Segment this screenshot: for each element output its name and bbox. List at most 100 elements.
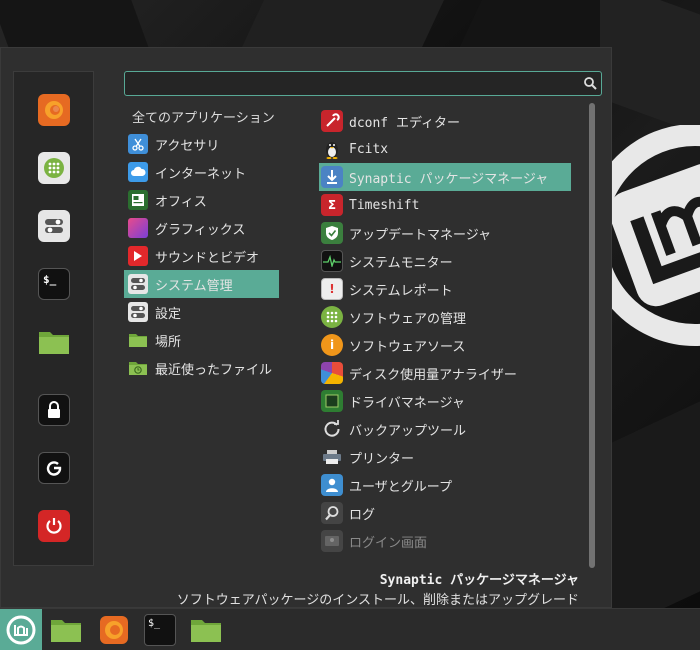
app-users-groups[interactable]: ユーザとグループ	[319, 471, 571, 499]
login-icon	[321, 530, 343, 552]
app-timeshift[interactable]: Σ Timeshift	[319, 191, 571, 219]
app-system-report[interactable]: ! システムレポート	[319, 275, 571, 303]
penguin-icon	[321, 138, 343, 160]
user-icon	[321, 474, 343, 496]
app-label: ソフトウェアの管理	[349, 311, 467, 327]
software-icon	[321, 306, 343, 328]
folder-icon	[191, 620, 221, 642]
app-fcitx[interactable]: Fcitx	[319, 135, 571, 163]
category-preferences[interactable]: 設定	[124, 298, 279, 326]
report-icon: !	[321, 278, 343, 300]
app-label: システムモニター	[349, 255, 453, 271]
recent-folder-icon	[128, 358, 148, 378]
taskbar-panel: $_	[0, 608, 700, 650]
app-backup-tool[interactable]: バックアップツール	[319, 415, 571, 443]
printer-icon	[321, 446, 343, 468]
mint-menu-icon	[6, 615, 36, 645]
app-disk-usage-analyzer[interactable]: ディスク使用量アナライザー	[319, 359, 571, 387]
timeshift-icon: Σ	[321, 194, 343, 216]
app-label: バックアップツール	[349, 423, 467, 439]
app-label: Timeshift	[349, 197, 420, 213]
category-label: グラフィックス	[155, 222, 246, 238]
app-update-manager[interactable]: アップデートマネージャ	[319, 219, 571, 247]
logout-icon[interactable]	[38, 452, 70, 484]
app-synaptic[interactable]: Synaptic パッケージマネージャ	[319, 163, 571, 191]
folder-icon	[51, 620, 81, 642]
magnifier-icon	[321, 502, 343, 524]
cloud-icon	[128, 162, 148, 182]
search-box[interactable]	[124, 71, 602, 96]
shield-icon	[321, 222, 343, 244]
app-label: Synaptic パッケージマネージャ	[349, 171, 549, 187]
app-software-manager[interactable]: ソフトウェアの管理	[319, 303, 571, 331]
system-icon	[128, 274, 148, 294]
app-label: ログイン画面	[349, 535, 428, 551]
download-icon	[321, 166, 343, 188]
search-icon	[584, 77, 597, 90]
panel-files-window[interactable]	[190, 614, 222, 646]
app-system-monitor[interactable]: システムモニター	[319, 247, 571, 275]
firefox-icon	[100, 616, 128, 644]
app-list-scrollbar-thumb[interactable]	[589, 103, 595, 568]
terminal-icon[interactable]: $_	[38, 268, 70, 300]
app-dconf-editor[interactable]: dconf エディター	[319, 107, 571, 135]
app-label: ログ	[349, 507, 376, 523]
panel-terminal-launcher[interactable]: $_	[144, 614, 176, 646]
category-all-applications[interactable]: 全てのアプリケーション	[124, 108, 279, 130]
panel-firefox-launcher[interactable]	[98, 614, 130, 646]
disk-icon	[321, 362, 343, 384]
app-driver-manager[interactable]: ドライバマネージャ	[319, 387, 571, 415]
category-label: アクセサリ	[155, 138, 220, 154]
app-logs[interactable]: ログ	[319, 499, 571, 527]
app-printers[interactable]: プリンター	[319, 443, 571, 471]
files-folder-icon[interactable]	[38, 326, 70, 358]
app-login-window[interactable]: ログイン画面	[319, 527, 571, 555]
shutdown-icon[interactable]	[38, 510, 70, 542]
category-label: システム管理	[155, 278, 233, 294]
category-list: 全てのアプリケーション アクセサリ インターネット オフィス グラフィックス サ…	[124, 108, 279, 382]
scissors-icon	[128, 134, 148, 154]
description-title: Synaptic パッケージマネージャ	[379, 573, 579, 588]
settings-icon	[128, 302, 148, 322]
category-label: オフィス	[155, 194, 207, 210]
app-label: ユーザとグループ	[349, 479, 452, 495]
app-label: ソフトウェアソース	[349, 339, 466, 355]
system-settings-icon[interactable]	[38, 210, 70, 242]
category-administration[interactable]: システム管理	[124, 270, 279, 298]
app-label: システムレポート	[349, 283, 453, 299]
description-text: ソフトウェアパッケージのインストール、削除またはアップグレード	[176, 593, 579, 608]
monitor-icon	[321, 250, 343, 272]
search-input[interactable]	[125, 72, 601, 95]
app-label: ドライバマネージャ	[349, 395, 465, 411]
application-menu: $_ 全てのアプリケーション アクセサリ インターネット オフィス グラフィック…	[0, 47, 612, 608]
category-office[interactable]: オフィス	[124, 186, 279, 214]
graphics-icon	[128, 218, 148, 238]
software-manager-icon[interactable]	[38, 152, 70, 184]
category-label: 設定	[155, 306, 182, 322]
favorites-bar: $_	[13, 71, 94, 566]
app-label: ディスク使用量アナライザー	[349, 367, 517, 383]
category-label: サウンドとビデオ	[155, 250, 260, 266]
firefox-icon[interactable]	[38, 94, 70, 126]
app-software-sources[interactable]: i ソフトウェアソース	[319, 331, 571, 359]
category-places[interactable]: 場所	[124, 326, 279, 354]
lock-screen-icon[interactable]	[38, 394, 70, 426]
category-label: 場所	[155, 334, 182, 350]
menu-button[interactable]	[0, 609, 42, 650]
category-label: インターネット	[155, 166, 247, 182]
app-label: dconf エディター	[349, 115, 461, 131]
chip-icon	[321, 390, 343, 412]
panel-files-launcher[interactable]	[50, 614, 82, 646]
office-icon	[128, 190, 148, 210]
folder-icon	[128, 330, 148, 350]
category-recent-files[interactable]: 最近使ったファイル	[124, 354, 279, 382]
category-graphics[interactable]: グラフィックス	[124, 214, 279, 242]
background-tile	[600, 0, 700, 142]
application-list: dconf エディター Fcitx Synaptic パッケージマネージャ Σ …	[319, 107, 571, 555]
category-label: 最近使ったファイル	[155, 362, 273, 378]
category-accessories[interactable]: アクセサリ	[124, 130, 279, 158]
play-icon	[128, 246, 148, 266]
category-internet[interactable]: インターネット	[124, 158, 279, 186]
background-tile	[600, 392, 700, 608]
category-sound-video[interactable]: サウンドとビデオ	[124, 242, 279, 270]
